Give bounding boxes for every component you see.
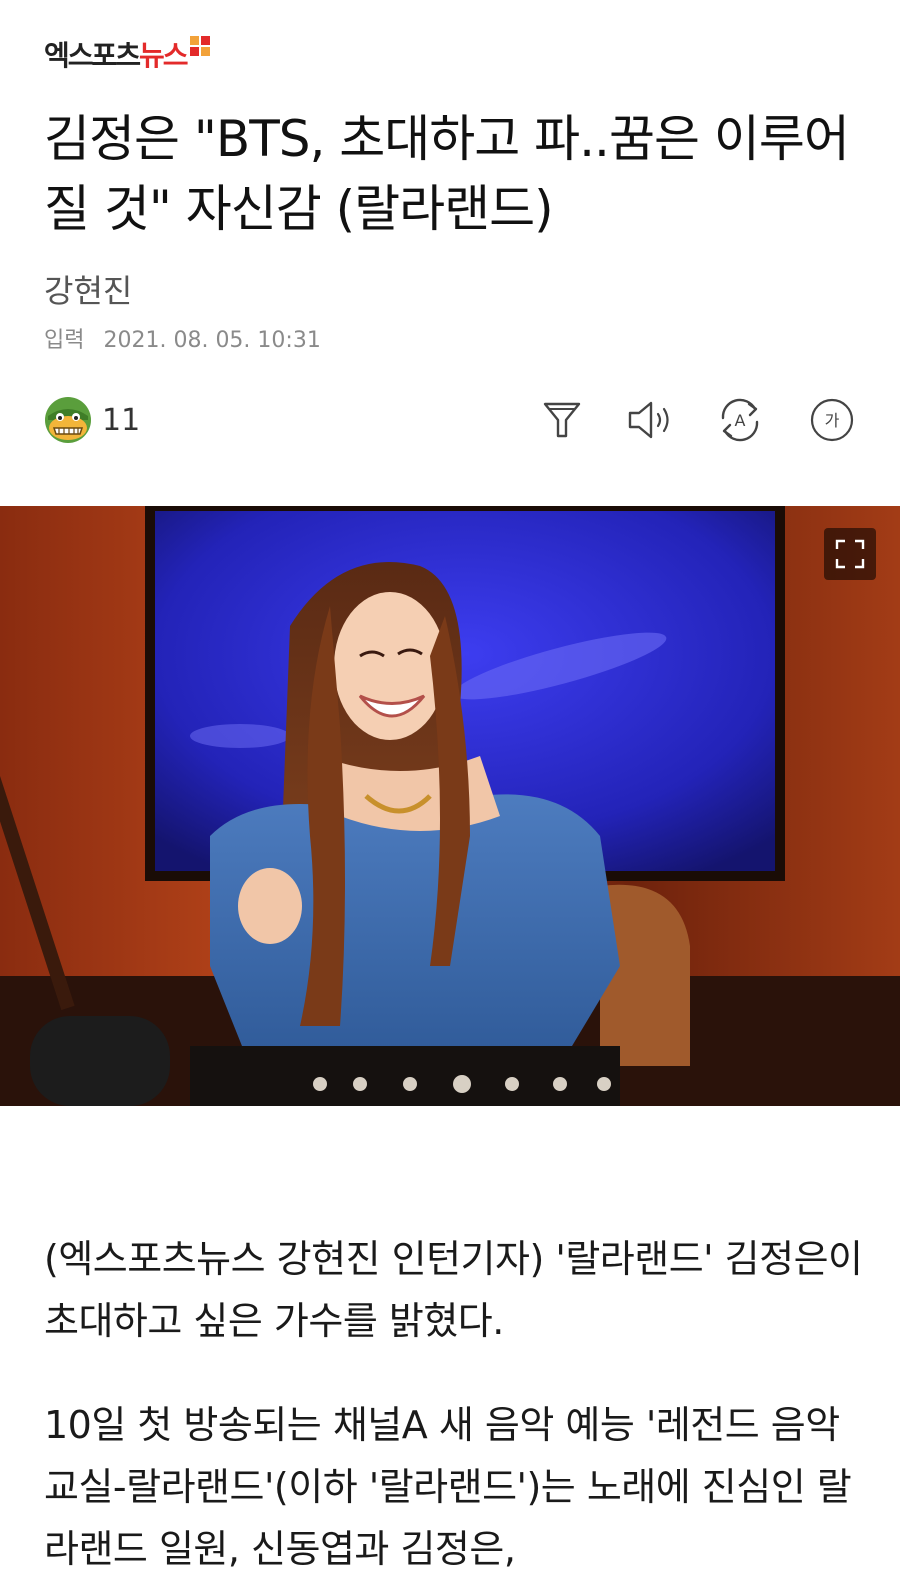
logo-text-dark: 엑스포츠 xyxy=(44,39,141,72)
svg-text:A: A xyxy=(735,411,746,430)
font-size-icon: 가 xyxy=(810,398,854,442)
date-value: 2021. 08. 05. 10:31 xyxy=(103,328,321,353)
translate-icon: A xyxy=(721,398,759,442)
expand-image-button[interactable] xyxy=(824,528,876,580)
article-page: 엑스포츠 뉴스 김정은 "BTS, 초대하고 파..꿈은 이루어질 것" 자신감… xyxy=(0,0,900,1573)
logo-text-red: 뉴스 xyxy=(139,39,189,72)
article-paragraph: (엑스포츠뉴스 강현진 인턴기자) '랄라랜드' 김정은이 초대하고 싶은 가수… xyxy=(44,1237,863,1343)
speaker-icon xyxy=(628,401,669,439)
article-author[interactable]: 강현진 xyxy=(44,266,132,312)
article-paragraph: 10일 첫 방송되는 채널A 새 음악 예능 '레전드 음악교실-랄라랜드'(이… xyxy=(44,1403,852,1571)
logo-squares-icon xyxy=(189,36,214,60)
translate-button[interactable]: A xyxy=(714,394,766,446)
fullscreen-icon xyxy=(835,539,865,569)
reaction-summary[interactable]: 11 xyxy=(44,396,140,444)
green-creature-emoji-icon xyxy=(45,397,91,443)
date-label: 입력 xyxy=(44,328,85,353)
reaction-count: 11 xyxy=(102,402,141,438)
filter-icon xyxy=(543,402,581,438)
article-headline: 김정은 "BTS, 초대하고 파..꿈은 이루어질 것" 자신감 (랄라랜드) xyxy=(44,110,850,238)
site-logo[interactable]: 엑스포츠 뉴스 xyxy=(44,34,214,74)
photo-illustration xyxy=(0,506,900,1106)
article-date: 입력 2021. 08. 05. 10:31 xyxy=(44,322,321,354)
text-to-speech-button[interactable] xyxy=(624,394,676,446)
filter-button[interactable] xyxy=(536,394,588,446)
font-size-button[interactable]: 가 xyxy=(806,394,858,446)
article-photo[interactable] xyxy=(0,506,900,1106)
font-size-glyph: 가 xyxy=(825,411,840,430)
